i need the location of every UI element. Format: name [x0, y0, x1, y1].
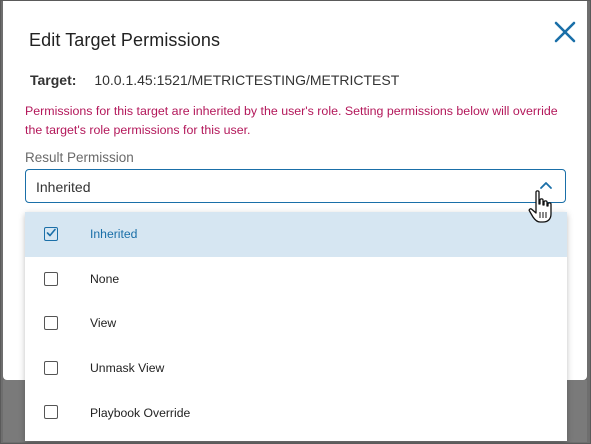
dialog-title: Edit Target Permissions: [29, 30, 221, 50]
option-label: Inherited: [90, 227, 138, 242]
result-permission-label: Result Permission: [25, 150, 134, 165]
option-label: None: [90, 271, 120, 286]
checked-checkbox-icon[interactable]: [44, 227, 58, 241]
permission-dropdown-menu: Inherited None View Unmask View Playbook…: [25, 212, 567, 441]
result-permission-select[interactable]: Inherited: [25, 169, 566, 203]
option-unmask-view[interactable]: Unmask View: [25, 346, 567, 391]
result-permission-value: Inherited: [36, 179, 91, 195]
close-icon: [554, 21, 576, 43]
inheritance-warning: Permissions for this target are inherite…: [25, 104, 558, 137]
option-view[interactable]: View: [25, 301, 567, 346]
option-label: Playbook Override: [90, 405, 191, 420]
option-label: View: [90, 316, 117, 331]
option-label: Unmask View: [90, 361, 165, 376]
checkbox-icon[interactable]: [44, 405, 58, 420]
close-button[interactable]: [551, 18, 579, 46]
hand-pointer-cursor-icon: [528, 190, 552, 223]
option-playbook-override[interactable]: Playbook Override: [25, 390, 567, 435]
checkbox-icon[interactable]: [44, 360, 58, 375]
target-label: Target:: [30, 72, 77, 88]
option-inherited[interactable]: Inherited: [25, 212, 567, 257]
target-row: Target: 10.0.1.45:1521/METRICTESTING/MET…: [30, 72, 399, 88]
checkbox-icon[interactable]: [44, 316, 58, 331]
target-value: 10.0.1.45:1521/METRICTESTING/METRICTEST: [94, 72, 400, 88]
checkbox-icon[interactable]: [44, 271, 58, 286]
option-none[interactable]: None: [25, 257, 567, 302]
